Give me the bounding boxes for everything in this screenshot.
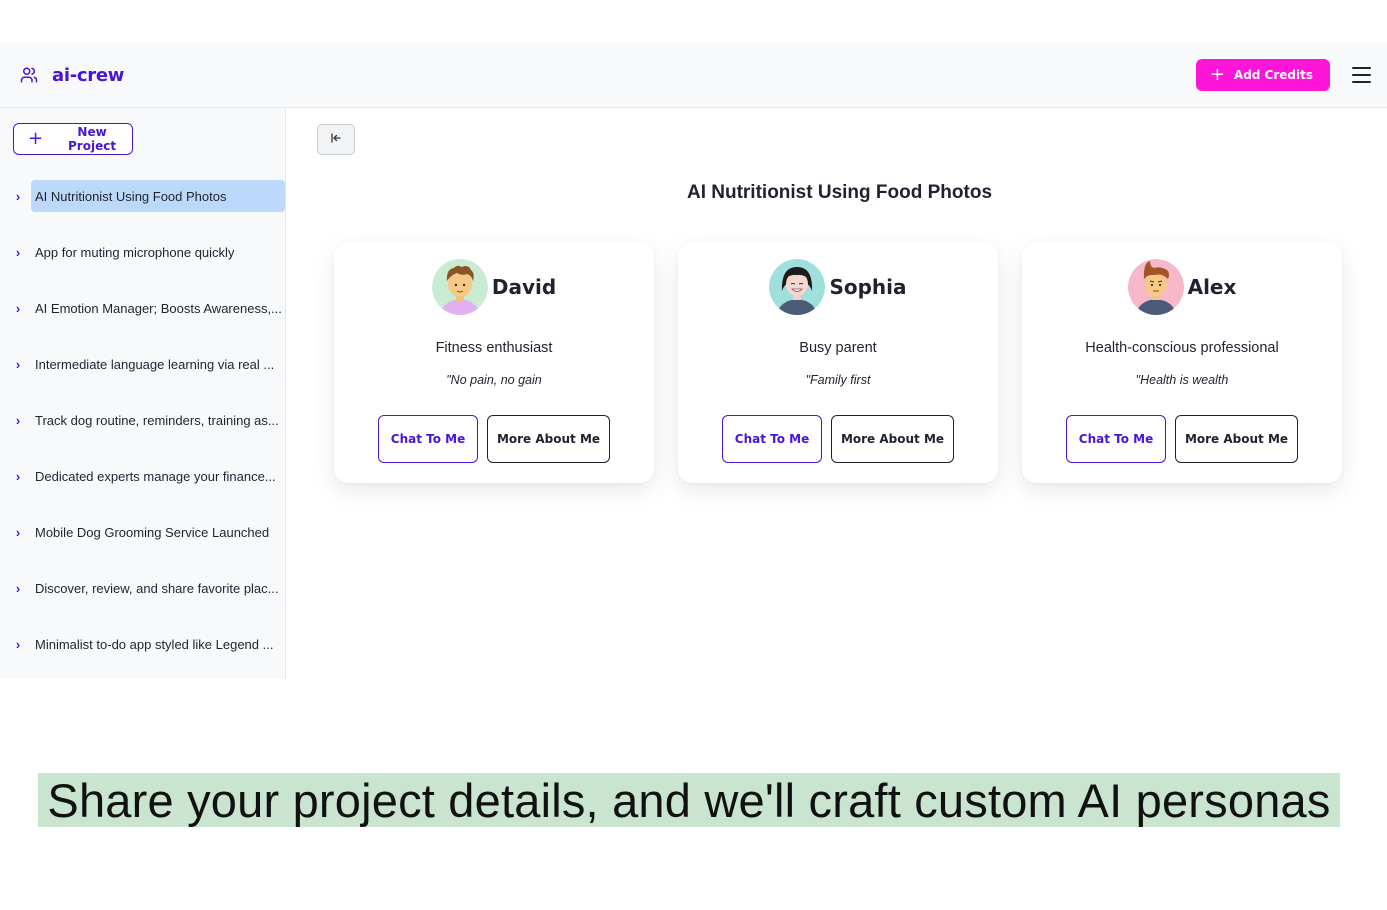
caption-text: Share your project details, and we'll cr… bbox=[47, 773, 1331, 827]
new-project-button[interactable]: + New Project bbox=[13, 123, 133, 155]
sidebar-project-label[interactable]: Discover, review, and share favorite pla… bbox=[31, 572, 285, 604]
more-about-me-button[interactable]: More About Me bbox=[831, 415, 954, 463]
sidebar-project-item[interactable]: › Track dog routine, reminders, training … bbox=[0, 404, 285, 436]
chat-to-me-button[interactable]: Chat To Me bbox=[378, 415, 478, 463]
collapse-sidebar-button[interactable] bbox=[317, 124, 355, 155]
chevron-right-icon[interactable]: › bbox=[7, 465, 29, 487]
sidebar-project-label[interactable]: Minimalist to-do app styled like Legend … bbox=[31, 628, 285, 660]
sidebar-project-label[interactable]: AI Emotion Manager; Boosts Awareness,... bbox=[31, 292, 285, 324]
caption-banner: Share your project details, and we'll cr… bbox=[38, 773, 1340, 827]
persona-name: David bbox=[491, 275, 557, 299]
avatar bbox=[431, 259, 488, 315]
persona-quote: "Health is wealth bbox=[1135, 373, 1229, 387]
new-project-label: New Project bbox=[68, 125, 117, 153]
main-content: AI Nutritionist Using Food Photos David … bbox=[286, 108, 1387, 679]
sidebar-project-item[interactable]: › AI Nutritionist Using Food Photos bbox=[0, 180, 285, 212]
sidebar-project-item[interactable]: › AI Emotion Manager; Boosts Awareness,..… bbox=[0, 292, 285, 324]
chat-to-me-button[interactable]: Chat To Me bbox=[722, 415, 822, 463]
sidebar-project-item[interactable]: › Intermediate language learning via real… bbox=[0, 348, 285, 380]
sidebar-project-label[interactable]: Track dog routine, reminders, training a… bbox=[31, 404, 285, 436]
sidebar-project-label[interactable]: Mobile Dog Grooming Service Launched bbox=[31, 516, 285, 548]
add-credits-button[interactable]: + Add Credits bbox=[1195, 59, 1330, 91]
persona-quote: "No pain, no gain bbox=[446, 373, 542, 387]
sidebar-project-item[interactable]: › App for muting microphone quickly bbox=[0, 236, 285, 268]
persona-quote: "Family first bbox=[805, 373, 871, 387]
sidebar-project-label[interactable]: App for muting microphone quickly bbox=[31, 236, 285, 268]
chevron-right-icon[interactable]: › bbox=[7, 241, 29, 263]
persona-cards: David Fitness enthusiast "No pain, no ga… bbox=[334, 242, 1342, 483]
top-spacer bbox=[0, 0, 1387, 43]
chat-to-me-button[interactable]: Chat To Me bbox=[1066, 415, 1166, 463]
app-header: ai-crew + Add Credits bbox=[0, 43, 1387, 108]
chevron-right-icon[interactable]: › bbox=[7, 577, 29, 599]
page-title: AI Nutritionist Using Food Photos bbox=[686, 182, 993, 203]
hamburger-menu-icon[interactable] bbox=[1352, 67, 1371, 83]
users-icon bbox=[20, 66, 38, 84]
plus-icon: + bbox=[28, 128, 44, 149]
chevron-right-icon[interactable]: › bbox=[7, 633, 29, 655]
collapse-left-icon bbox=[330, 132, 342, 147]
sidebar-project-item[interactable]: › Minimalist to-do app styled like Legend… bbox=[0, 628, 285, 660]
persona-card: Sophia Busy parent "Family first Chat To… bbox=[678, 242, 998, 483]
sidebar-project-label[interactable]: AI Nutritionist Using Food Photos bbox=[31, 180, 285, 212]
sidebar-project-item[interactable]: › Mobile Dog Grooming Service Launched bbox=[0, 516, 285, 548]
sidebar-project-item[interactable]: › Dedicated experts manage your finance..… bbox=[0, 460, 285, 492]
sidebar-project-label[interactable]: Dedicated experts manage your finance... bbox=[31, 460, 285, 492]
project-list: › AI Nutritionist Using Food Photos › App f… bbox=[0, 180, 285, 660]
persona-name: Alex bbox=[1187, 275, 1237, 299]
chevron-right-icon[interactable]: › bbox=[7, 185, 29, 207]
chevron-right-icon[interactable]: › bbox=[7, 409, 29, 431]
more-about-me-button[interactable]: More About Me bbox=[1175, 415, 1298, 463]
app-logo-text[interactable]: ai-crew bbox=[52, 65, 124, 86]
persona-card: David Fitness enthusiast "No pain, no ga… bbox=[334, 242, 654, 483]
sidebar-project-item[interactable]: › Discover, review, and share favorite pl… bbox=[0, 572, 285, 604]
chevron-right-icon[interactable]: › bbox=[7, 297, 29, 319]
add-credits-label: Add Credits bbox=[1233, 68, 1313, 82]
chevron-right-icon[interactable]: › bbox=[7, 521, 29, 543]
persona-card: Alex Health-conscious professional "Heal… bbox=[1022, 242, 1342, 483]
sidebar-project-label[interactable]: Intermediate language learning via real … bbox=[31, 348, 285, 380]
persona-name: Sophia bbox=[829, 275, 907, 299]
persona-role: Busy parent bbox=[799, 340, 877, 356]
avatar bbox=[769, 259, 826, 315]
chevron-right-icon[interactable]: › bbox=[7, 353, 29, 375]
persona-role: Fitness enthusiast bbox=[435, 340, 553, 356]
sidebar: + New Project › AI Nutritionist Using Foo… bbox=[0, 108, 286, 679]
persona-role: Health-conscious professional bbox=[1085, 340, 1279, 356]
more-about-me-button[interactable]: More About Me bbox=[487, 415, 610, 463]
avatar bbox=[1127, 259, 1184, 315]
plus-icon: + bbox=[1209, 64, 1225, 85]
